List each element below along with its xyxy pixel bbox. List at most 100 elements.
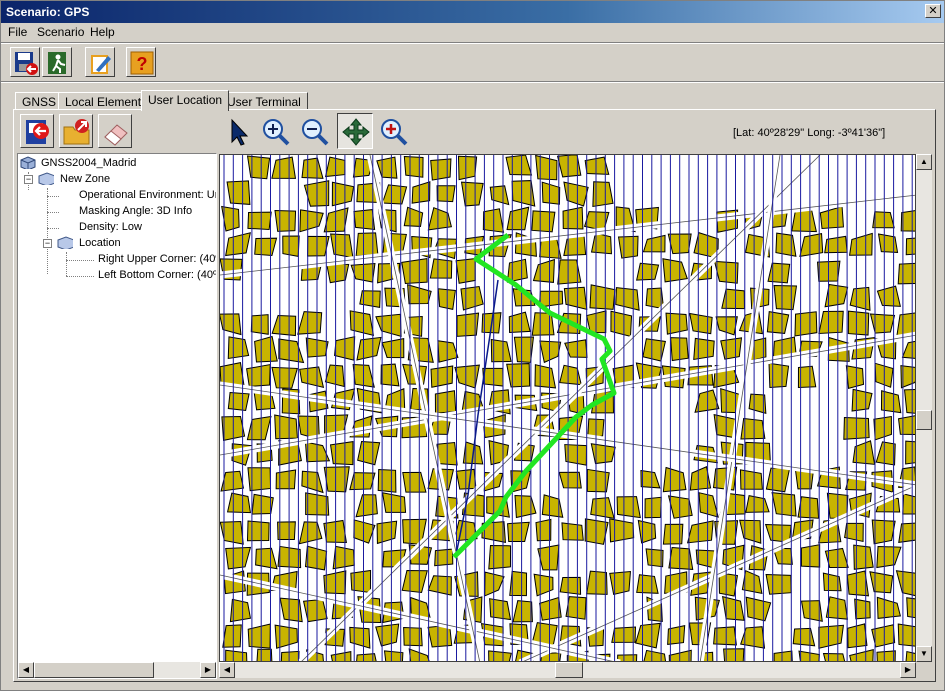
tree-line	[66, 276, 94, 277]
city-block	[775, 232, 797, 257]
city-block	[905, 440, 915, 465]
menu-file[interactable]: File	[8, 25, 27, 39]
tab-user-location[interactable]: User Location	[141, 90, 230, 111]
scroll-right-icon[interactable]: ▶	[200, 662, 216, 678]
zone-icon	[38, 172, 54, 185]
scroll-down-icon[interactable]: ▼	[916, 646, 932, 662]
city-block	[900, 210, 915, 232]
coordinate-readout: [Lat: 40º28'29" Long: -3º41'36"]	[733, 127, 886, 139]
tree-node-zone[interactable]: New Zone	[60, 171, 110, 187]
city-block	[897, 623, 915, 647]
map-vscroll-thumb[interactable]	[916, 410, 932, 430]
city-block	[274, 209, 297, 232]
city-block	[818, 310, 844, 335]
city-block	[590, 443, 616, 465]
city-block	[869, 313, 896, 334]
city-block	[355, 232, 379, 257]
city-block	[794, 311, 818, 337]
city-block	[246, 363, 271, 388]
tree-expander-icon[interactable]: −	[43, 239, 52, 248]
zoom-in-icon	[263, 119, 290, 146]
city-block	[617, 235, 639, 259]
back-icon	[26, 120, 49, 144]
city-block	[274, 414, 298, 440]
pointer-button[interactable]	[221, 114, 255, 148]
city-block	[636, 574, 659, 594]
tab-user-terminal[interactable]: User Terminal	[220, 92, 308, 110]
scroll-right-icon[interactable]: ▶	[900, 662, 916, 678]
city-block	[430, 158, 452, 181]
city-block	[693, 337, 715, 361]
map-horizontal-scrollbar[interactable]: ◀ ▶	[219, 662, 916, 678]
eraser-icon	[104, 124, 128, 146]
city-block	[275, 469, 297, 490]
city-block	[871, 519, 896, 545]
tree-node-location[interactable]: Location	[79, 235, 121, 251]
pan-button[interactable]	[337, 113, 373, 149]
city-block	[590, 232, 612, 255]
tree-node-root[interactable]: GNSS2004_Madrid	[41, 155, 136, 171]
open-folder-icon	[63, 119, 90, 145]
city-block	[766, 311, 790, 334]
city-map[interactable]	[220, 155, 916, 662]
exit-button[interactable]	[42, 47, 72, 77]
tree-node-operational-environment[interactable]: Operational Environment: Urb	[79, 187, 216, 203]
scroll-left-icon[interactable]: ◀	[219, 662, 235, 678]
city-block	[771, 492, 797, 517]
zoom-region-icon	[381, 119, 408, 146]
tree-line	[47, 196, 59, 197]
menu-help[interactable]: Help	[90, 25, 115, 39]
back-button[interactable]	[20, 114, 54, 148]
city-block	[876, 650, 896, 661]
city-block	[330, 233, 354, 259]
save-exit-icon	[15, 52, 38, 75]
city-block	[767, 262, 791, 284]
scroll-left-icon[interactable]: ◀	[18, 662, 34, 678]
help-button[interactable]: ?	[126, 47, 156, 77]
map-hscroll-thumb[interactable]	[555, 662, 583, 678]
pan-icon	[342, 118, 370, 146]
tree-expander-icon[interactable]: −	[24, 175, 33, 184]
tree-node-masking-angle[interactable]: Masking Angle: 3D Info	[79, 203, 192, 219]
tree-horizontal-scrollbar[interactable]: ◀ ▶	[18, 662, 216, 678]
open-folder-button[interactable]	[59, 114, 93, 148]
city-block	[589, 284, 616, 310]
tree-node-density[interactable]: Density: Low	[79, 219, 142, 235]
city-block	[636, 262, 660, 281]
city-block	[800, 544, 821, 568]
tree-node-right-upper-corner[interactable]: Right Upper Corner: (40º:	[98, 251, 216, 267]
city-block	[903, 388, 915, 414]
exit-icon	[48, 52, 66, 74]
scenario-tree: GNSS2004_Madrid − New Zone Operational E…	[17, 153, 217, 679]
zoom-out-button[interactable]	[297, 114, 331, 148]
map-view[interactable]	[219, 154, 916, 662]
edit-button[interactable]	[85, 47, 115, 77]
save-exit-button[interactable]	[10, 47, 40, 77]
city-block	[665, 312, 688, 335]
tab-gnss[interactable]: GNSS	[15, 92, 64, 110]
city-block	[434, 548, 454, 567]
city-block	[586, 570, 608, 595]
city-block	[851, 388, 873, 412]
eraser-button[interactable]	[98, 114, 132, 148]
city-block	[302, 598, 328, 623]
tree-node-left-bottom-corner[interactable]: Left Bottom Corner: (40º2	[98, 267, 216, 283]
tree-scroll-thumb[interactable]	[34, 662, 154, 678]
close-window-button[interactable]: ✕	[925, 4, 941, 18]
edit-icon	[91, 55, 111, 74]
city-block	[401, 257, 428, 285]
tab-local-elements[interactable]: Local Elements	[58, 92, 155, 110]
city-block	[460, 181, 484, 207]
city-block	[226, 180, 251, 205]
city-block	[436, 185, 456, 203]
city-block	[768, 362, 790, 388]
zoom-region-button[interactable]	[376, 114, 410, 148]
city-block	[721, 288, 745, 310]
zoom-in-button[interactable]	[258, 114, 292, 148]
menu-scenario[interactable]: Scenario	[37, 25, 84, 39]
city-block	[256, 648, 273, 661]
city-block	[897, 415, 915, 436]
scroll-up-icon[interactable]: ▲	[916, 154, 932, 170]
city-block	[847, 623, 868, 649]
map-vertical-scrollbar[interactable]: ▲ ▼	[916, 154, 932, 662]
